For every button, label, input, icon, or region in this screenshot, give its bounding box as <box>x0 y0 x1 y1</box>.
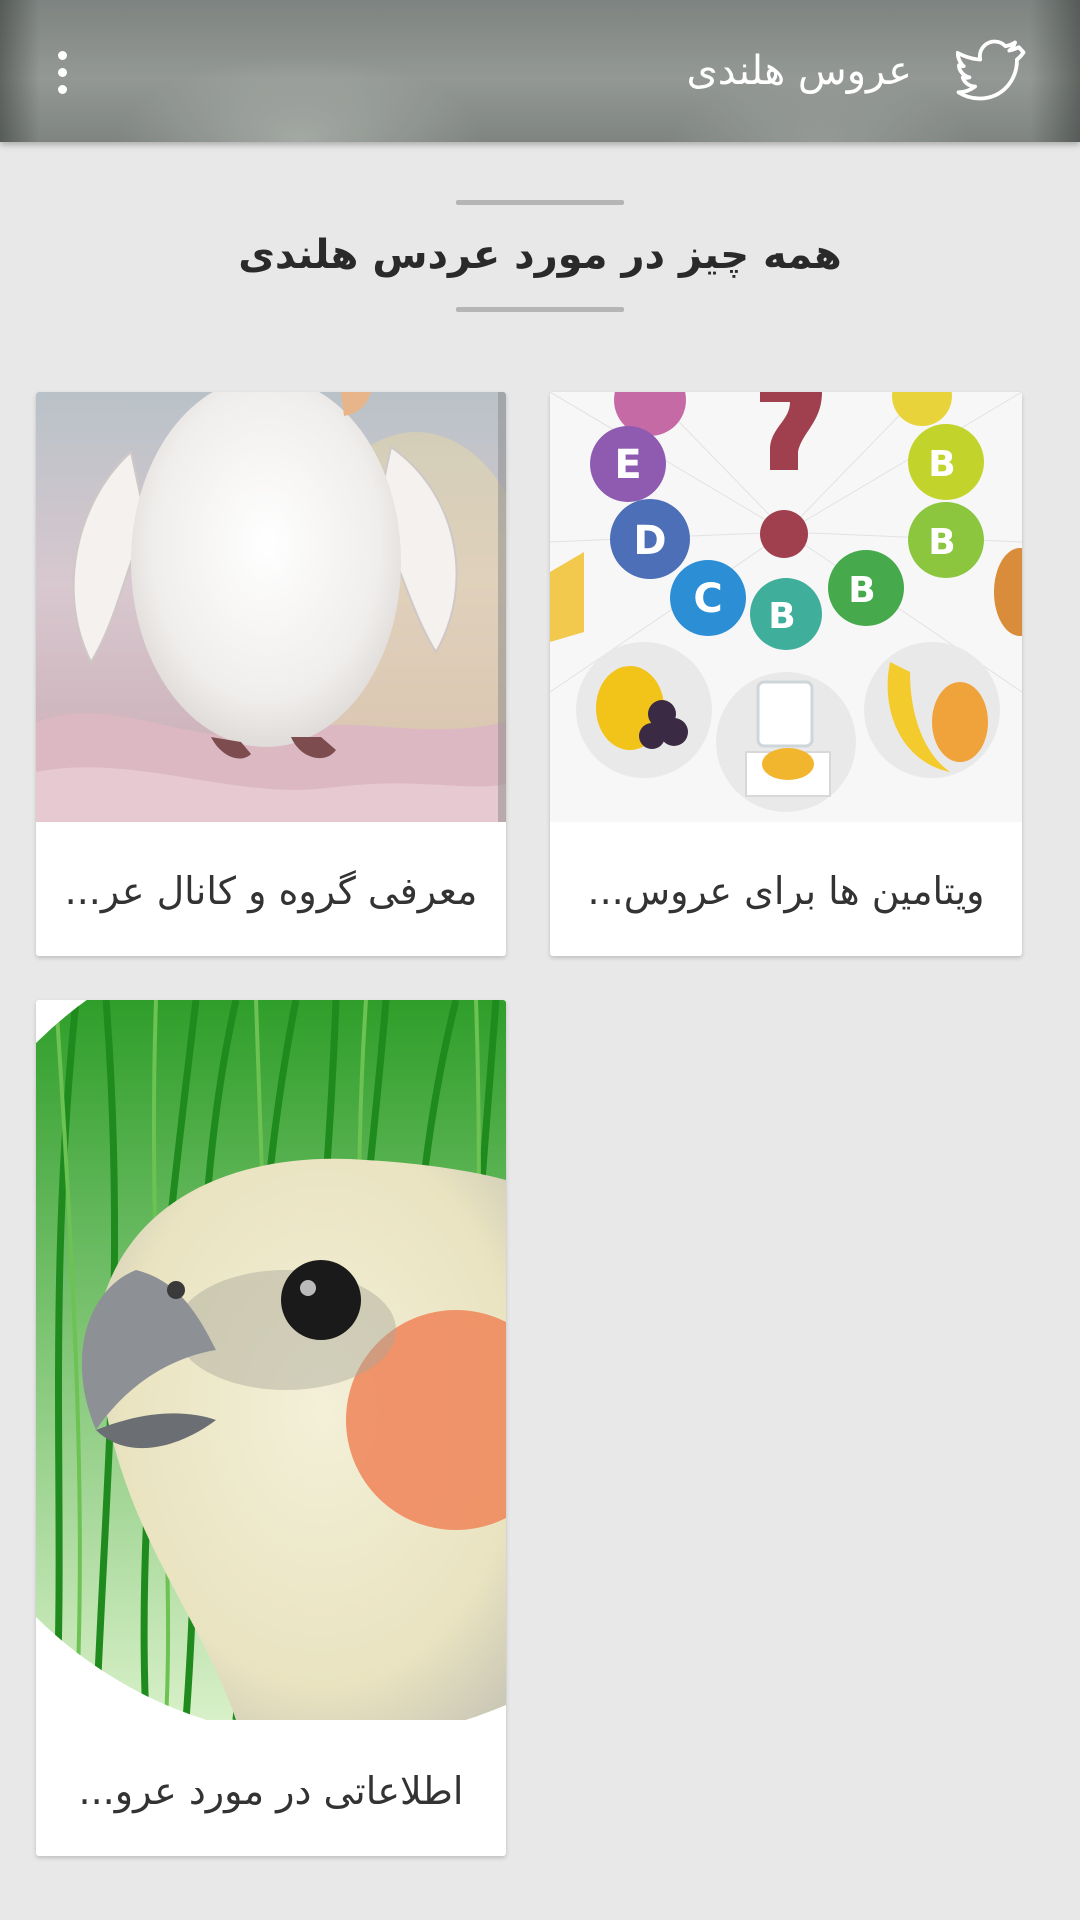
vitamins-infographic: E D C B B B B <box>550 392 1022 822</box>
card-title: ویتامین ها برای عروس... <box>587 869 985 913</box>
app-title: عروس هلندی <box>686 48 912 94</box>
twitter-bird-icon <box>955 39 1026 101</box>
card-image: E D C B B B B <box>550 392 1022 822</box>
card-information[interactable]: اطلاعاتی در مورد عرو... <box>36 1000 506 1856</box>
section-header: همه چیز در مورد عردس هلندی <box>0 200 1080 312</box>
card-image <box>36 392 506 822</box>
card-title: معرفی گروه و کانال عر... <box>64 869 478 913</box>
divider-bottom <box>456 307 624 312</box>
app-bar: عروس هلندی <box>0 0 1080 142</box>
vitamin-c-label: C <box>693 576 722 622</box>
vitamin-b6-label: B <box>928 522 955 563</box>
vitamin-b9-label: B <box>848 570 875 611</box>
twitter-button[interactable] <box>955 36 1028 108</box>
card-title: اطلاعاتی در مورد عرو... <box>78 1769 464 1813</box>
overflow-menu-button[interactable] <box>40 36 84 108</box>
vitamin-b1-label: B <box>928 444 955 485</box>
white-cockatiel-photo <box>36 392 506 822</box>
cockatiel-head-photo <box>36 1000 506 1720</box>
vitamin-b12-label: B <box>768 596 795 637</box>
section-title: همه چیز در مورد عردس هلندی <box>238 232 842 278</box>
card-group-introduction[interactable]: معرفی گروه و کانال عر... <box>36 392 506 956</box>
vitamin-e-label: E <box>614 442 641 488</box>
vitamin-d-label: D <box>633 518 666 564</box>
more-vertical-icon <box>57 50 67 60</box>
card-vitamins[interactable]: E D C B B B B ویتامین ها برای عروس... <box>550 392 1022 956</box>
divider-top <box>456 200 624 205</box>
card-image <box>36 1000 506 1720</box>
